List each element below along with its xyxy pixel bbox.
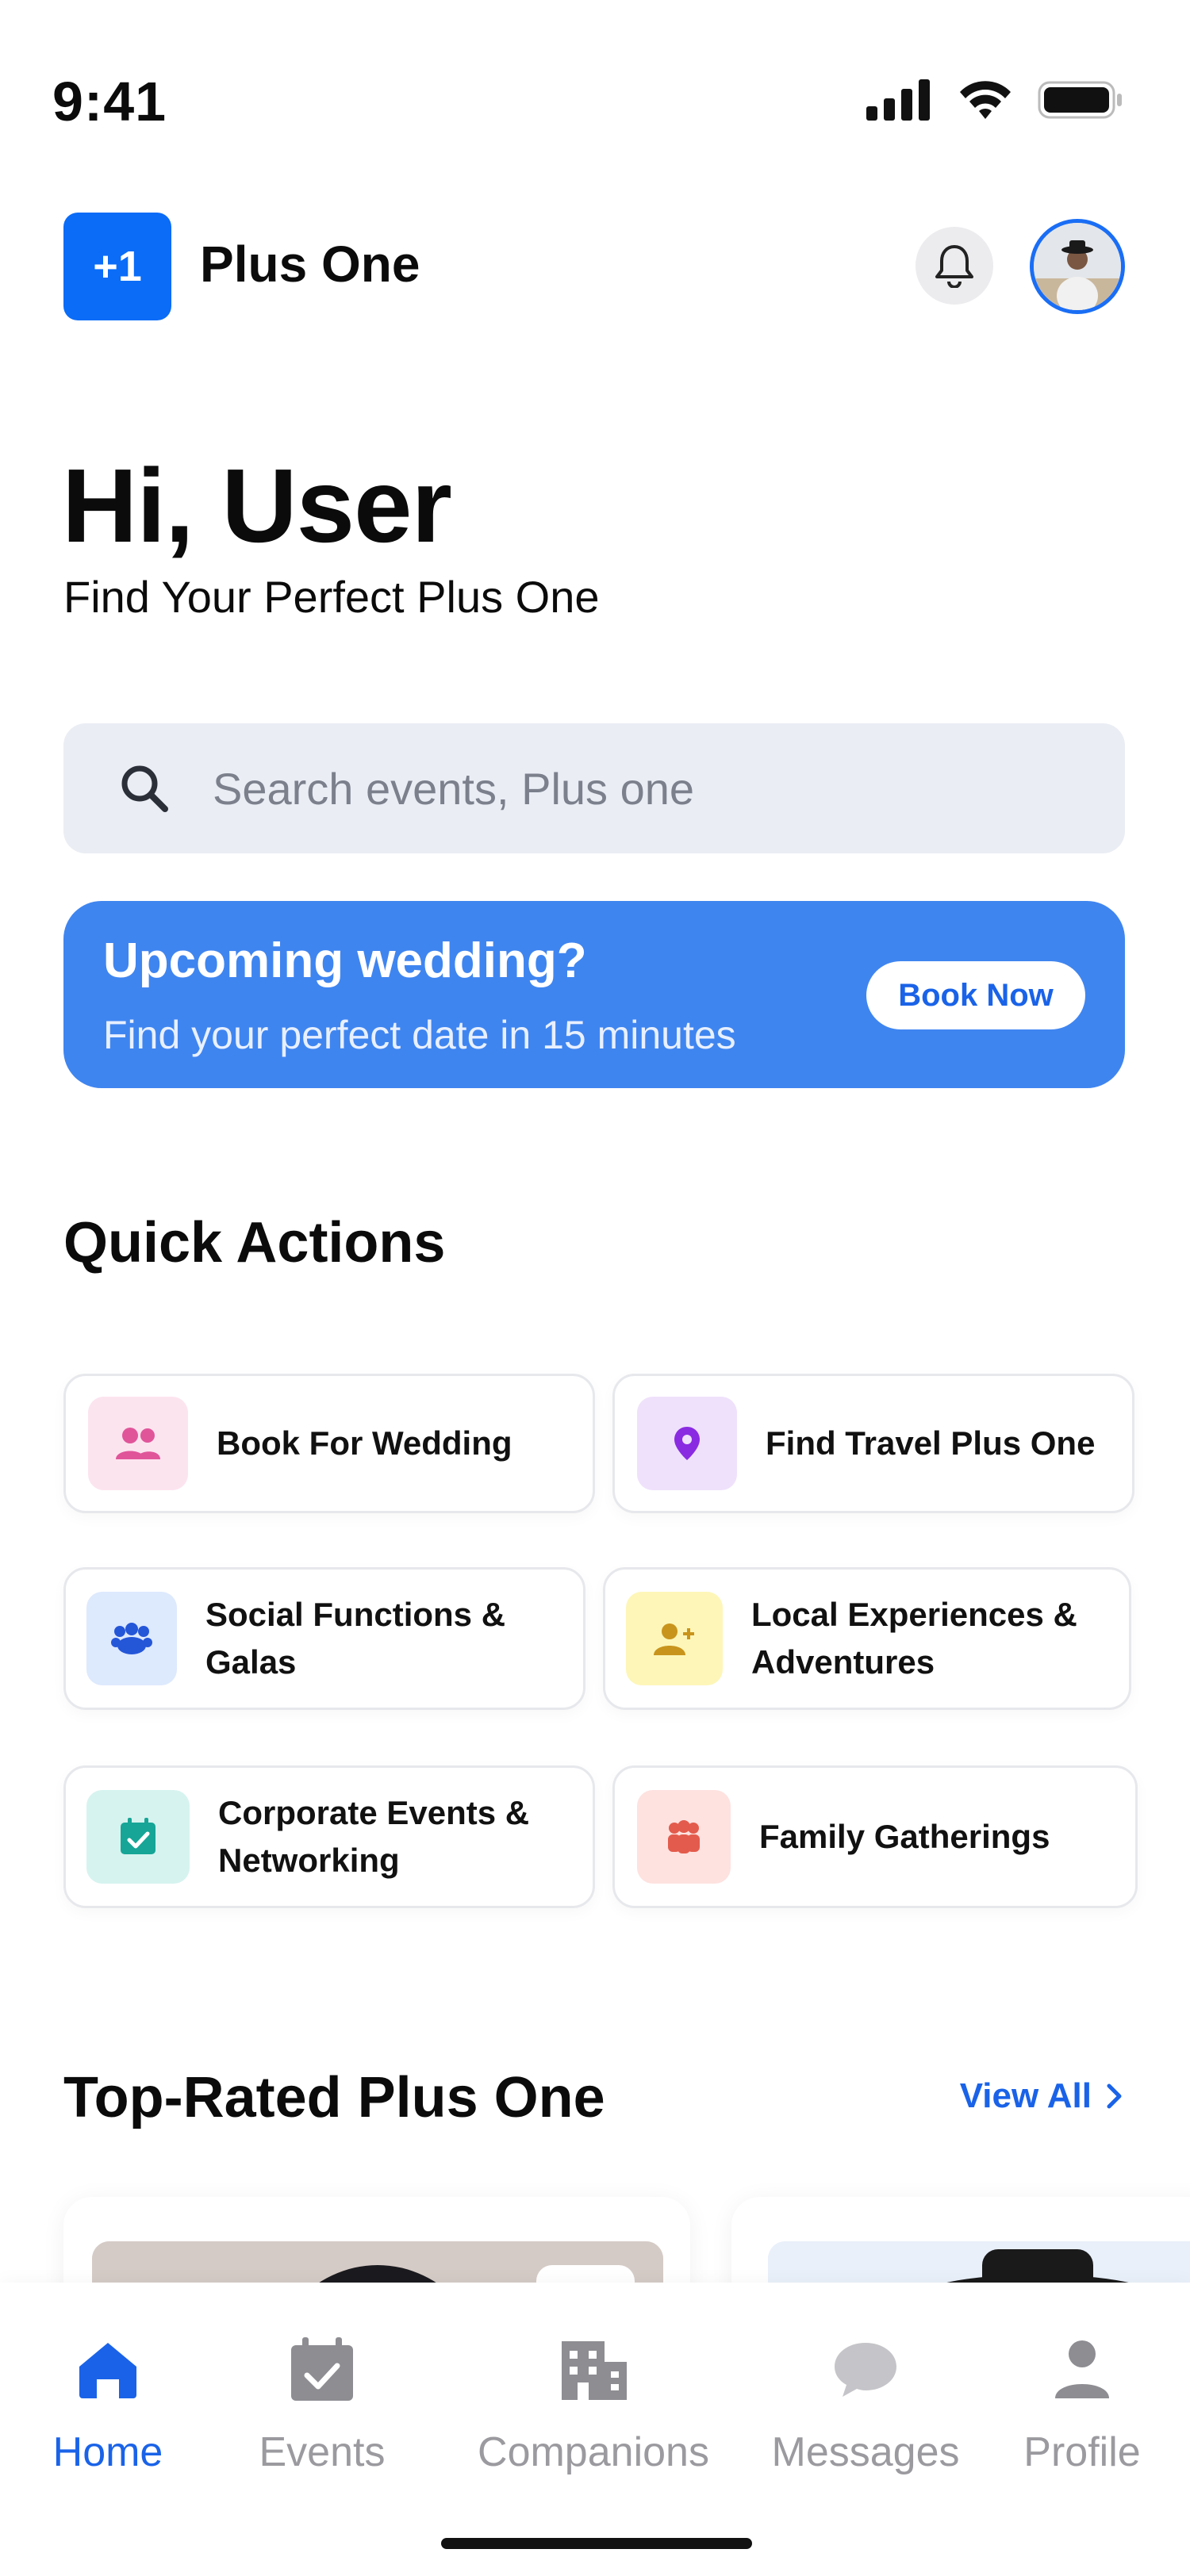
nav-label: Messages <box>771 2429 960 2475</box>
person-icon <box>1042 2330 1122 2409</box>
top-rated-title: Top-Rated Plus One <box>63 2066 605 2129</box>
calendar-check-icon <box>86 1790 190 1884</box>
add-person-icon <box>626 1592 723 1685</box>
view-all-label: View All <box>959 2076 1092 2115</box>
nav-label: Home <box>52 2429 163 2475</box>
quick-action-book-for-wedding[interactable]: Book For Wedding <box>63 1374 595 1513</box>
nav-label: Companions <box>478 2429 709 2475</box>
quick-action-label: Corporate Events & Networking <box>218 1794 530 1879</box>
quick-action-find-travel[interactable]: Find Travel Plus One <box>612 1374 1134 1513</box>
crowd-icon <box>86 1592 177 1685</box>
banner-subtitle: Find your perfect date in 15 minutes <box>103 1013 736 1057</box>
quick-action-label: Family Gatherings <box>759 1818 1050 1855</box>
location-pin-icon <box>637 1397 737 1490</box>
view-all-link[interactable]: View All <box>960 2076 1123 2116</box>
quick-action-label: Local Experiences & Adventures <box>751 1596 1077 1681</box>
nav-profile[interactable]: Profile <box>1020 2330 1144 2476</box>
battery-icon <box>1038 81 1122 119</box>
bell-icon <box>935 245 973 288</box>
notifications-button[interactable] <box>916 227 993 305</box>
search-icon <box>121 765 168 812</box>
quick-action-corporate-events[interactable]: Corporate Events & Networking <box>63 1765 595 1908</box>
user-avatar[interactable] <box>1030 219 1125 314</box>
people-icon <box>88 1397 188 1490</box>
quick-action-label: Social Functions & Galas <box>205 1596 506 1681</box>
building-icon <box>554 2330 633 2409</box>
nav-home[interactable]: Home <box>52 2330 163 2476</box>
chevron-right-icon <box>1107 2083 1122 2109</box>
nav-label: Profile <box>1023 2429 1141 2475</box>
nav-label: Events <box>259 2429 386 2475</box>
cellular-signal-icon <box>866 79 930 121</box>
app-logo: +1 <box>63 213 171 320</box>
nav-messages[interactable]: Messages <box>766 2330 965 2476</box>
banner-title: Upcoming wedding? <box>103 933 587 988</box>
nav-events[interactable]: Events <box>259 2330 386 2476</box>
quick-action-social-functions[interactable]: Social Functions & Galas <box>63 1567 585 1710</box>
quick-actions-title: Quick Actions <box>63 1211 446 1275</box>
nav-companions[interactable]: Companions <box>474 2330 712 2476</box>
quick-action-local-experiences[interactable]: Local Experiences & Adventures <box>603 1567 1131 1710</box>
status-time: 9:41 <box>52 71 167 132</box>
quick-action-label: Book For Wedding <box>217 1424 512 1462</box>
avatar-image <box>1034 223 1121 310</box>
quick-action-family-gatherings[interactable]: Family Gatherings <box>612 1765 1138 1908</box>
home-indicator <box>441 2538 752 2549</box>
promo-banner[interactable]: Upcoming wedding? Find your perfect date… <box>63 901 1125 1088</box>
wifi-icon <box>960 81 1011 119</box>
quick-action-label: Find Travel Plus One <box>766 1424 1096 1462</box>
home-icon <box>68 2330 148 2409</box>
calendar-icon <box>282 2330 362 2409</box>
greeting-subtitle: Find Your Perfect Plus One <box>63 572 600 622</box>
bottom-nav: Home Events Companions Messages Profile <box>0 2283 1190 2576</box>
greeting-title: Hi, User <box>62 447 452 564</box>
search-bar[interactable] <box>63 723 1125 853</box>
search-input[interactable] <box>213 762 1006 815</box>
family-icon <box>637 1790 731 1884</box>
app-name: Plus One <box>200 236 420 293</box>
chat-bubble-icon <box>826 2330 905 2409</box>
book-now-button[interactable]: Book Now <box>866 961 1085 1029</box>
status-icons <box>866 79 1123 121</box>
